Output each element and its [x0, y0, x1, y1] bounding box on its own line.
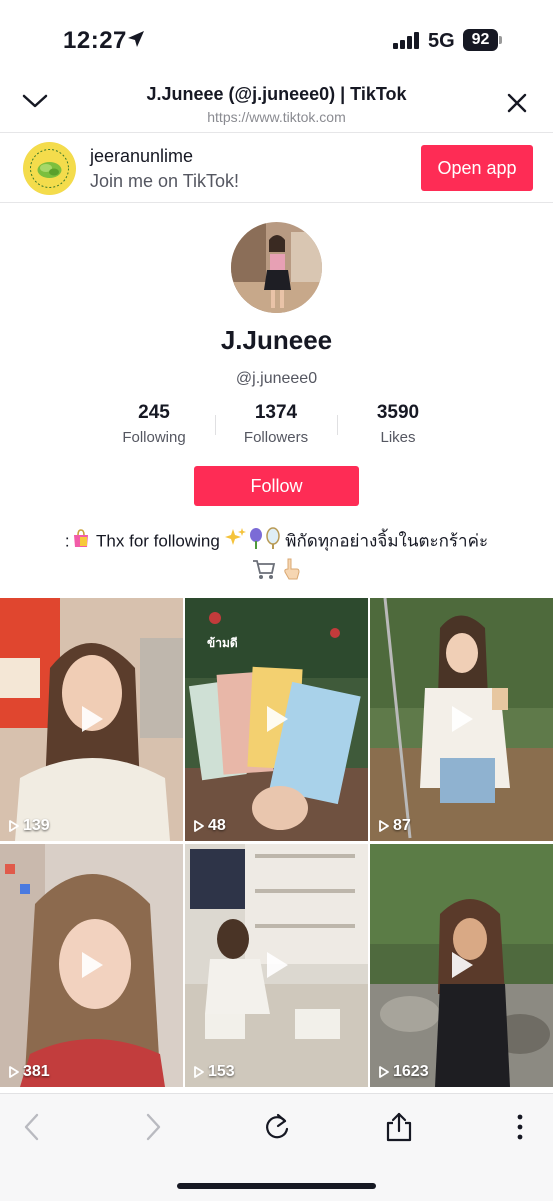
stat-separator: [215, 415, 216, 435]
avatar[interactable]: [231, 222, 322, 313]
video-tile[interactable]: 87: [370, 598, 553, 841]
battery-icon: 92: [463, 29, 498, 51]
reload-icon[interactable]: [263, 1112, 291, 1147]
network-label: 5G: [428, 30, 455, 52]
banner-divider: [0, 202, 553, 203]
video-caption: ข้ามดี: [207, 636, 238, 650]
status-time: 12:27: [63, 27, 127, 54]
banner-subtitle: Join me on TikTok!: [90, 171, 240, 191]
open-app-button[interactable]: Open app: [421, 145, 533, 191]
play-icon: [79, 704, 105, 739]
back-icon[interactable]: [22, 1112, 42, 1147]
signal-icon: [393, 32, 421, 54]
stat-label: Following: [122, 429, 186, 446]
follow-button[interactable]: Follow: [194, 466, 359, 506]
stat-followers[interactable]: 1374 Followers: [221, 402, 331, 446]
shopping-cart-icon: [252, 558, 276, 588]
profile-name: J.Juneee: [220, 325, 333, 355]
video-tile[interactable]: 153: [185, 844, 368, 1087]
banner-logo: [23, 142, 76, 195]
bio-text: Thx for following: [96, 531, 220, 551]
stat-following[interactable]: 245 Following: [99, 402, 209, 446]
sparkles-icon: [224, 527, 247, 557]
video-tile[interactable]: 139: [0, 598, 183, 841]
stat-label: Likes: [380, 429, 416, 446]
view-count: 1623: [378, 1063, 429, 1081]
view-count: 153: [193, 1063, 235, 1081]
browser-header: J.Juneee (@j.juneee0) | TikTok https://w…: [0, 78, 553, 132]
play-icon: [79, 950, 105, 985]
pointing-down-icon: [281, 557, 301, 589]
bio-thai: พิกัดทุกอย่างจิ้มในตะกร้าค่ะ: [285, 531, 489, 551]
more-icon[interactable]: [516, 1112, 524, 1147]
mirror-icon: [265, 527, 281, 557]
view-count: 139: [8, 817, 50, 835]
stat-value: 245: [138, 402, 170, 423]
view-count: 48: [193, 817, 226, 835]
video-tile[interactable]: 1623: [370, 844, 553, 1087]
page-url[interactable]: https://www.tiktok.com: [0, 109, 553, 125]
shopping-bag-icon: [70, 527, 92, 557]
page-title: J.Juneee (@j.juneee0) | TikTok: [146, 84, 407, 104]
video-tile[interactable]: ข้ามดี 48: [185, 598, 368, 841]
close-icon[interactable]: [506, 92, 528, 119]
stat-label: Followers: [243, 429, 309, 446]
forward-icon[interactable]: [143, 1112, 163, 1147]
view-count: 87: [378, 817, 411, 835]
play-icon: [449, 950, 475, 985]
play-icon: [264, 950, 290, 985]
hyacinth-icon: [247, 527, 265, 557]
status-bar: 12:27 5G 92: [0, 0, 553, 78]
profile-handle: @j.juneee0: [235, 370, 318, 387]
stat-value: 1374: [254, 402, 298, 423]
share-icon[interactable]: [385, 1112, 413, 1147]
profile-bio: : Thx for following พิกัดทุกอย่างจิ้มในต…: [40, 527, 513, 589]
stat-likes[interactable]: 3590 Likes: [343, 402, 453, 446]
play-icon: [264, 704, 290, 739]
banner-account-name: jeeranunlime: [90, 146, 194, 166]
home-indicator: [177, 1183, 376, 1189]
location-arrow-icon: [126, 29, 146, 54]
stat-separator: [337, 415, 338, 435]
open-app-banner: jeeranunlime Join me on TikTok! Open app: [0, 133, 553, 202]
play-icon: [449, 704, 475, 739]
video-tile[interactable]: 381: [0, 844, 183, 1087]
stat-value: 3590: [376, 402, 420, 423]
battery-tip: [499, 36, 502, 44]
view-count: 381: [8, 1063, 50, 1081]
